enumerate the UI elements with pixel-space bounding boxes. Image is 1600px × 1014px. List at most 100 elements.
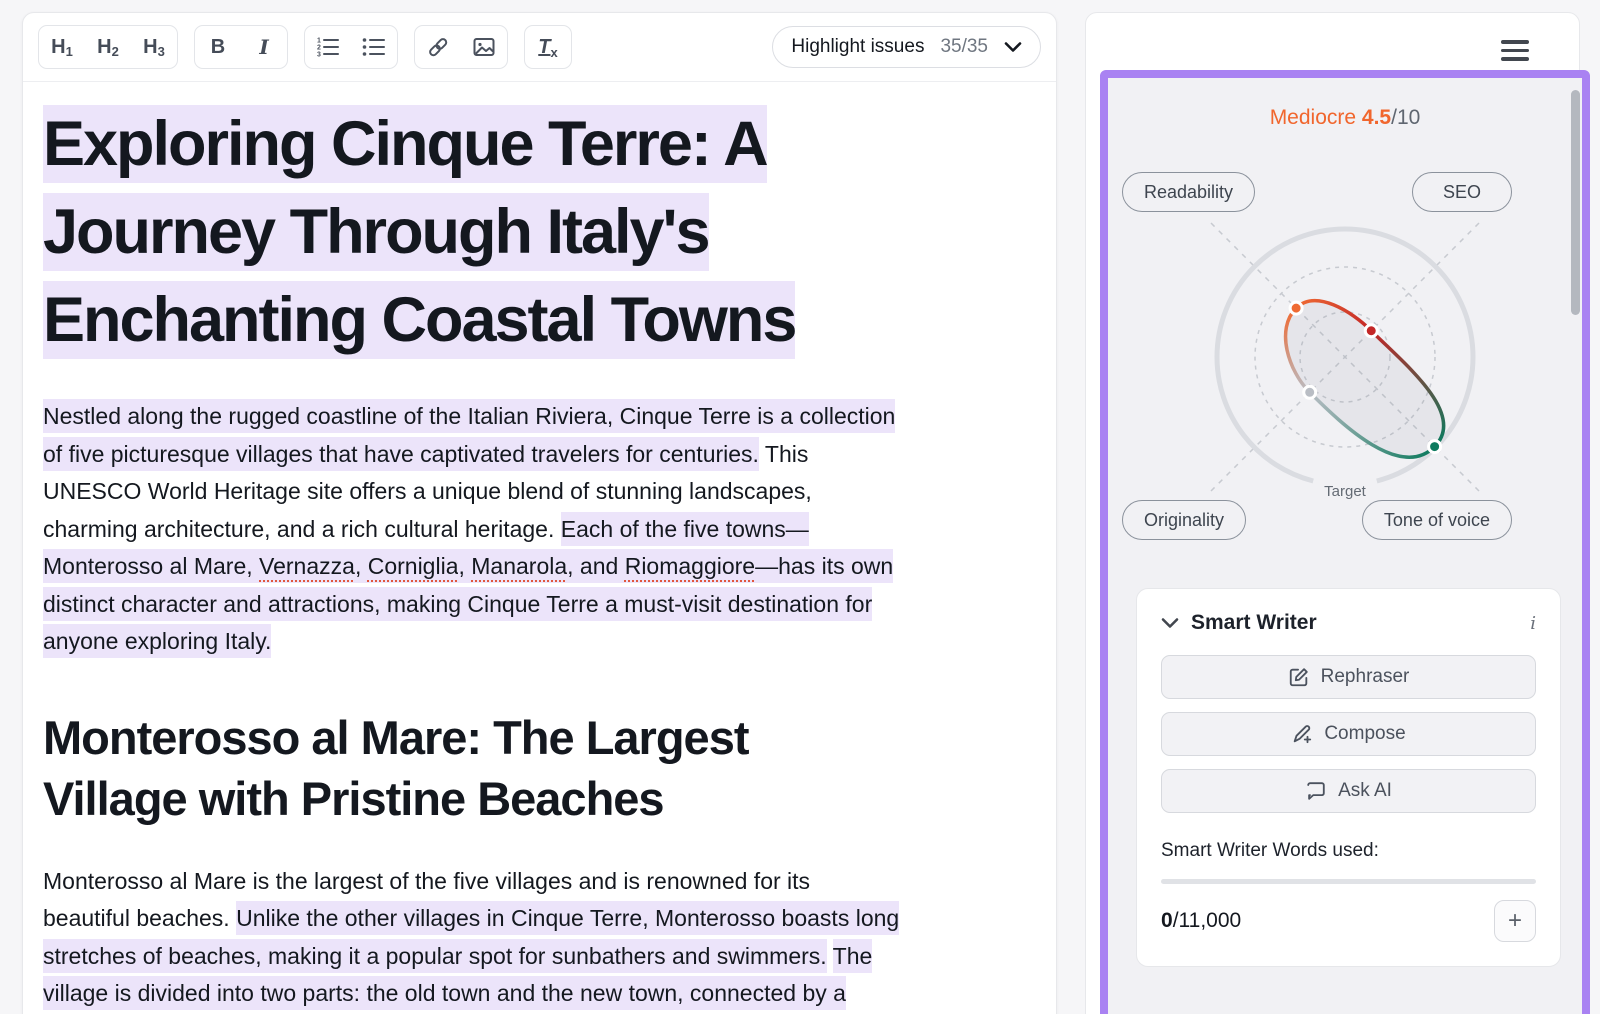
ordered-list-button[interactable]: 1 2 3	[305, 26, 351, 68]
document-title[interactable]: Exploring Cinque Terre: A Journey Through…	[43, 100, 1036, 364]
ask-ai-button[interactable]: Ask AI	[1161, 769, 1536, 813]
italic-button[interactable]: I	[241, 26, 287, 68]
overall-score: Mediocre 4.5/10	[1108, 106, 1582, 130]
text-segment: This	[759, 441, 808, 467]
rephraser-button[interactable]: Rephraser	[1161, 655, 1536, 699]
list-button-group: 1 2 3	[304, 25, 398, 69]
originality-pill[interactable]: Originality	[1122, 500, 1246, 540]
highlighted-text: anyone exploring Italy.	[43, 624, 271, 658]
h2-button[interactable]: H2	[85, 26, 131, 68]
text-segment: UNESCO World Heritage site offers a uniq…	[43, 478, 812, 504]
svg-text:1: 1	[317, 38, 321, 45]
clear-format-group: Tx	[524, 25, 572, 69]
highlighted-text: Each of the five towns—	[561, 512, 809, 546]
misspelled-word: Corniglia	[368, 549, 459, 583]
score-value: 4.5	[1362, 106, 1391, 129]
highlighted-text: —has its own	[755, 549, 893, 583]
chat-bubble-icon	[1305, 780, 1327, 802]
highlighted-text: village is divided into two parts: the o…	[43, 976, 846, 1010]
h1-button[interactable]: H1	[39, 26, 85, 68]
h3-button[interactable]: H3	[131, 26, 177, 68]
h2-letter: H	[97, 36, 111, 59]
compose-button[interactable]: Compose	[1161, 712, 1536, 756]
chevron-down-icon	[1004, 41, 1022, 53]
h3-letter: H	[143, 36, 157, 59]
editor-toolbar: H1 H2 H3 B I 1 2 3	[23, 13, 1056, 82]
document-paragraph-2[interactable]: Monterosso al Mare is the largest of the…	[43, 863, 1036, 1013]
menu-icon[interactable]	[1501, 35, 1529, 66]
tone-of-voice-score-dot	[1429, 441, 1441, 453]
chevron-down-icon[interactable]	[1161, 617, 1179, 629]
add-words-button[interactable]: +	[1494, 900, 1536, 942]
inline-format-group: B I	[194, 25, 288, 69]
compose-label: Compose	[1324, 723, 1405, 745]
highlighted-text: The	[833, 939, 873, 973]
misspelled-word: Manarola	[471, 549, 567, 583]
document-editing-area[interactable]: Exploring Cinque Terre: A Journey Through…	[23, 82, 1056, 1013]
editor-card: H1 H2 H3 B I 1 2 3	[22, 12, 1057, 1014]
misspelled-word: Riomaggiore	[625, 549, 755, 583]
rephraser-label: Rephraser	[1321, 666, 1410, 688]
bold-button[interactable]: B	[195, 26, 241, 68]
h2-sub: 2	[112, 44, 119, 59]
words-used-value: 0	[1161, 909, 1173, 932]
rephraser-icon	[1288, 666, 1310, 688]
bullet-list-button[interactable]	[351, 26, 397, 68]
score-panel-highlight-outline: Mediocre 4.5/10 Readability SEO	[1100, 70, 1590, 1014]
words-limit-value: /11,000	[1173, 909, 1242, 932]
highlighted-text: Journey Through Italy's	[43, 193, 709, 271]
highlighted-text: Unlike the other villages in Cinque Terr…	[236, 901, 899, 935]
text-segment: Monterosso al Mare: The Largest	[43, 711, 749, 764]
target-label: Target	[1324, 483, 1367, 500]
highlighted-text: distinct character and attractions, maki…	[43, 587, 872, 621]
seo-score-dot	[1365, 325, 1377, 337]
readability-score-dot	[1290, 302, 1302, 314]
insert-button-group	[414, 25, 508, 69]
highlighted-text: Enchanting Coastal Towns	[43, 281, 795, 359]
words-used-progress-bar	[1161, 879, 1536, 884]
originality-score-dot	[1304, 386, 1316, 398]
highlighted-text: stretches of beaches, making it a popula…	[43, 939, 827, 973]
highlighted-text: Nestled along the rugged coastline of th…	[43, 399, 895, 433]
words-used-label: Smart Writer Words used:	[1161, 840, 1536, 862]
smart-writer-title: Smart Writer	[1191, 611, 1518, 635]
clear-format-sub: x	[550, 45, 557, 60]
highlighted-text: Exploring Cinque Terre: A	[43, 105, 767, 183]
highlighted-text: Monterosso al Mare,	[43, 549, 259, 583]
clear-format-letter: T	[538, 36, 550, 59]
words-used-counter: 0/11,000	[1161, 909, 1241, 933]
panel-scrollbar-thumb[interactable]	[1571, 90, 1580, 315]
misspelled-word: Vernazza	[259, 549, 355, 583]
highlighted-text: , and	[567, 549, 625, 583]
text-segment: Village with Pristine Beaches	[43, 772, 664, 825]
h1-sub: 1	[66, 44, 73, 59]
ordered-list-icon: 1 2 3	[316, 36, 340, 58]
h3-sub: 3	[158, 44, 165, 59]
score-max: /10	[1391, 106, 1420, 129]
compose-icon	[1291, 723, 1313, 745]
document-paragraph-1[interactable]: Nestled along the rugged coastline of th…	[43, 398, 1036, 661]
svg-text:2: 2	[317, 45, 321, 52]
h1-letter: H	[51, 36, 65, 59]
highlight-issues-dropdown[interactable]: Highlight issues 35/35	[772, 26, 1041, 68]
document-heading-2[interactable]: Monterosso al Mare: The Largest Village w…	[43, 707, 1036, 829]
text-segment: beautiful beaches.	[43, 905, 236, 931]
clear-formatting-button[interactable]: Tx	[525, 26, 571, 68]
highlight-issues-label: Highlight issues	[791, 36, 924, 58]
bullet-list-icon	[362, 36, 386, 58]
text-segment: Monterosso al Mare is the largest of the…	[43, 868, 810, 894]
text-segment	[827, 943, 833, 969]
quality-radar-chart: Target	[1145, 157, 1545, 557]
highlighted-text: ,	[355, 549, 368, 583]
ask-ai-label: Ask AI	[1338, 780, 1392, 802]
image-button[interactable]	[461, 26, 507, 68]
link-button[interactable]	[415, 26, 461, 68]
highlighted-text: ,	[458, 549, 471, 583]
svg-text:3: 3	[317, 52, 321, 59]
text-segment: charming architecture, and a rich cultur…	[43, 516, 561, 542]
info-icon[interactable]: i	[1530, 613, 1536, 634]
score-verdict-label: Mediocre	[1270, 106, 1356, 129]
heading-button-group: H1 H2 H3	[38, 25, 178, 69]
tone-of-voice-pill[interactable]: Tone of voice	[1362, 500, 1512, 540]
link-icon	[426, 35, 450, 59]
